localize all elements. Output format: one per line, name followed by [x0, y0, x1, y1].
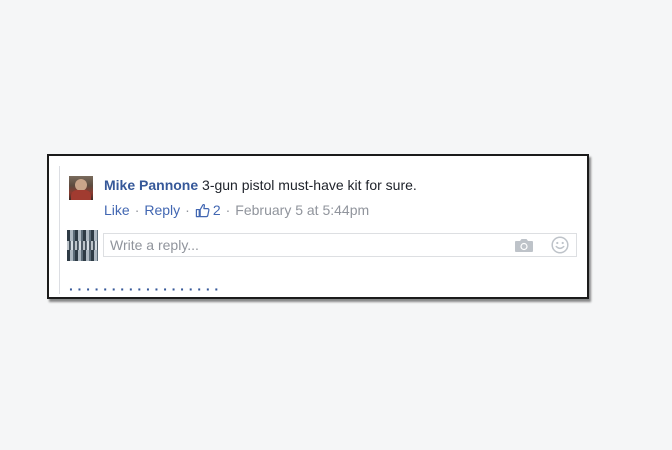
reply-link[interactable]: Reply [144, 202, 180, 218]
avatar[interactable] [69, 176, 93, 200]
separator: · [225, 202, 231, 218]
clipped-previous-comment: · · · · · · · · · · · · · · · · · · · · … [109, 156, 339, 159]
reply-box [103, 233, 577, 257]
avatar-shirt [71, 190, 91, 200]
like-link[interactable]: Like [104, 202, 130, 218]
clipped-next-comment: · · · · · · · · · · · · · · · · · · [69, 281, 220, 297]
comment-body: Mike Pannone 3-gun pistol must-have kit … [104, 177, 417, 193]
comment-thread-card: · · · · · · · · · · · · · · · · · · · · … [47, 154, 589, 299]
separator: · [185, 202, 190, 218]
smile-icon[interactable] [551, 236, 569, 254]
avatar-pattern [67, 241, 98, 250]
thumbs-up-icon[interactable] [195, 203, 210, 218]
camera-icon[interactable] [514, 237, 534, 253]
like-count[interactable]: 2 [213, 202, 221, 218]
reply-input[interactable] [104, 234, 511, 256]
current-user-avatar[interactable] [67, 230, 98, 261]
comment-actions: Like · Reply · 2 · February 5 at 5:44pm [104, 202, 369, 218]
thread-line [59, 166, 60, 294]
comment-author-link[interactable]: Mike Pannone [104, 177, 198, 193]
comment-text: 3-gun pistol must-have kit for sure. [198, 177, 417, 193]
comment-timestamp[interactable]: February 5 at 5:44pm [235, 202, 369, 218]
separator: · [134, 202, 140, 218]
